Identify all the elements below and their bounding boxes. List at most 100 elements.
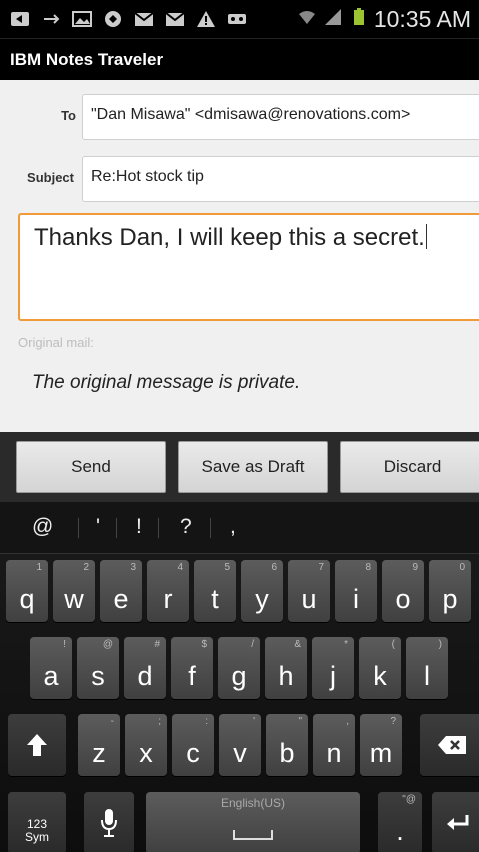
key-q[interactable]: 1q — [6, 560, 48, 622]
suggestion-bar: @ ' ! ? , — [0, 502, 479, 554]
key-a-sublabel: ! — [63, 639, 66, 650]
shift-arrow-icon — [27, 734, 47, 756]
key-g-sublabel: / — [251, 639, 254, 650]
key-m-sublabel: ? — [390, 716, 396, 727]
key-n-sublabel: , — [346, 716, 349, 727]
key-d[interactable]: # d — [124, 637, 166, 699]
to-row: To "Dan Misawa" <dmisawa@renovations.com… — [0, 92, 479, 142]
key-u[interactable]: 7u — [288, 560, 330, 622]
key-e[interactable]: 3e — [100, 560, 142, 622]
key-w-sublabel: 2 — [83, 562, 89, 573]
key-l-label: l — [424, 661, 430, 691]
shift-key[interactable] — [8, 714, 66, 776]
key-p[interactable]: 0p — [429, 560, 471, 622]
symbols-key[interactable]: 123 Sym — [8, 792, 66, 852]
key-f[interactable]: $ f — [171, 637, 213, 699]
key-m-label: m — [369, 738, 393, 768]
microphone-icon — [101, 809, 117, 837]
key-f-label: f — [188, 661, 196, 691]
key-a[interactable]: ! a — [30, 637, 72, 699]
backspace-key[interactable] — [420, 714, 479, 776]
key-u-sublabel: 7 — [318, 562, 324, 573]
period-key-label: . — [396, 816, 404, 846]
subject-row: Subject Re:Hot stock tip — [0, 154, 479, 204]
key-x-label: x — [139, 738, 153, 768]
status-right-icons — [297, 8, 369, 26]
key-z-label: z — [92, 738, 106, 768]
key-l[interactable]: ) l — [406, 637, 448, 699]
status-time: 10:35 AM — [373, 6, 471, 32]
key-v[interactable]: ' v — [219, 714, 261, 776]
key-t-sublabel: 5 — [224, 562, 230, 573]
key-q-sublabel: 1 — [36, 562, 42, 573]
key-j-label: j — [330, 661, 336, 691]
back-icon — [10, 10, 30, 28]
key-d-label: d — [137, 661, 153, 691]
key-z[interactable]: -z — [78, 714, 120, 776]
enter-icon — [447, 815, 469, 830]
key-o-sublabel: 9 — [412, 562, 418, 573]
backspace-icon — [438, 736, 466, 754]
key-n-label: n — [326, 738, 342, 768]
status-bar: 10:35 AM — [0, 0, 479, 38]
image-icon — [72, 10, 92, 28]
action-bar: Send Save as Draft Discard — [0, 432, 479, 502]
key-h[interactable]: & h — [265, 637, 307, 699]
key-r-sublabel: 4 — [177, 562, 183, 573]
key-o-label: o — [395, 584, 411, 614]
suggestion-question[interactable]: ? — [180, 515, 192, 539]
on-screen-keyboard: @ ' ! ? , 1q2w3e4r5t6y7u8i9o0p ! a @ s # d $ f /… — [0, 502, 479, 852]
subject-label: Subject — [27, 170, 74, 185]
space-key[interactable]: English(US) — [146, 792, 360, 852]
key-s-sublabel: @ — [102, 639, 113, 650]
key-j[interactable]: * j — [312, 637, 354, 699]
app-title: IBM Notes Traveler — [10, 50, 164, 69]
key-a-label: a — [43, 661, 59, 691]
battery-icon — [349, 8, 369, 26]
space-bar-icon — [233, 830, 273, 840]
key-w[interactable]: 2w — [53, 560, 95, 622]
suggestion-divider — [78, 518, 79, 538]
key-b-label: b — [279, 738, 295, 768]
voicemail-icon — [227, 10, 247, 28]
to-label: To — [61, 108, 76, 123]
suggestion-apostrophe[interactable]: ' — [96, 515, 100, 539]
key-s[interactable]: @ s — [77, 637, 119, 699]
key-b[interactable]: " b — [266, 714, 308, 776]
key-p-sublabel: 0 — [459, 562, 465, 573]
key-v-sublabel: ' — [253, 716, 255, 727]
key-y-sublabel: 6 — [271, 562, 277, 573]
key-p-label: p — [442, 584, 458, 614]
key-i[interactable]: 8i — [335, 560, 377, 622]
subject-field[interactable]: Re:Hot stock tip — [82, 156, 479, 202]
key-n[interactable]: ,n — [313, 714, 355, 776]
title-bar: IBM Notes Traveler — [0, 38, 479, 80]
discard-button[interactable]: Discard — [340, 441, 479, 493]
message-body-field[interactable]: Thanks Dan, I will keep this a secret. — [18, 213, 479, 321]
suggestion-comma[interactable]: , — [230, 515, 236, 539]
enter-key[interactable] — [432, 792, 479, 852]
period-key[interactable]: "@ . — [378, 792, 422, 852]
suggestion-at[interactable]: @ — [32, 515, 53, 539]
send-button[interactable]: Send — [16, 441, 166, 493]
key-y[interactable]: 6y — [241, 560, 283, 622]
key-g-label: g — [231, 661, 247, 691]
key-h-sublabel: & — [294, 639, 301, 650]
key-x[interactable]: ; x — [125, 714, 167, 776]
key-r[interactable]: 4r — [147, 560, 189, 622]
key-k[interactable]: (k — [359, 637, 401, 699]
mail-icon — [165, 10, 185, 28]
voice-input-key[interactable] — [84, 792, 134, 852]
key-t[interactable]: 5t — [194, 560, 236, 622]
key-c[interactable]: :c — [172, 714, 214, 776]
key-e-label: e — [113, 584, 129, 614]
suggestion-divider — [158, 518, 159, 538]
key-o[interactable]: 9o — [382, 560, 424, 622]
key-k-sublabel: ( — [391, 639, 395, 650]
key-g[interactable]: / g — [218, 637, 260, 699]
save-draft-button[interactable]: Save as Draft — [178, 441, 328, 493]
suggestion-exclamation[interactable]: ! — [136, 515, 142, 539]
suggestion-divider — [210, 518, 211, 538]
key-m[interactable]: ? m — [360, 714, 402, 776]
to-field[interactable]: "Dan Misawa" <dmisawa@renovations.com> — [82, 94, 479, 140]
